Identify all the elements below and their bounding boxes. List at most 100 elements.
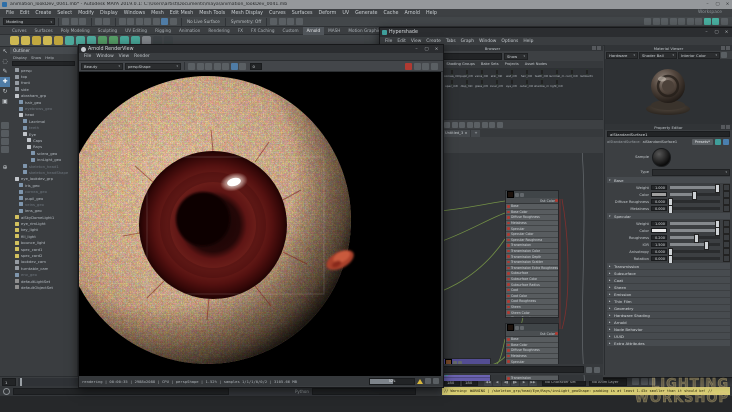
- frame-selection-icon[interactable]: [444, 121, 450, 128]
- cornea_mtl[interactable]: cornea_mtl: [444, 69, 460, 78]
- undo-icon[interactable]: [94, 18, 102, 25]
- attribute-value-field[interactable]: [651, 192, 667, 197]
- camera-dropdown[interactable]: perspShape: [125, 62, 181, 70]
- float-panel-icon[interactable]: [726, 46, 730, 50]
- photometric-light-icon[interactable]: [43, 36, 52, 45]
- shelf-tab[interactable]: MASH: [324, 27, 344, 35]
- texture-map-button[interactable]: [723, 234, 730, 241]
- teeth_mtl[interactable]: teeth_mtl: [534, 69, 549, 78]
- collapsed-section-header[interactable]: Hardware Shading: [607, 312, 730, 318]
- shelf-tab[interactable]: Rendering: [204, 27, 233, 35]
- outer_mtl[interactable]: outer_mtl: [519, 79, 534, 88]
- attribute-slider[interactable]: [667, 248, 720, 256]
- minimize-icon[interactable]: –: [703, 1, 712, 8]
- menu-item[interactable]: Help: [523, 39, 533, 44]
- command-result-field[interactable]: [311, 387, 416, 395]
- browser-tab[interactable]: Asset Nodes: [522, 61, 550, 68]
- physical-sky-icon[interactable]: [65, 36, 74, 45]
- menu-item[interactable]: Cache: [384, 11, 399, 16]
- pupil_mtl[interactable]: pupil_mtl: [459, 69, 474, 78]
- browser-tab[interactable]: Shading Groups: [443, 61, 478, 68]
- browser-tab[interactable]: Bake Sets: [478, 61, 502, 68]
- shelf-tab[interactable]: Surfaces: [31, 27, 57, 35]
- menu-item[interactable]: Generate: [355, 11, 377, 16]
- viewer-geometry-dropdown[interactable]: Shader Ball: [639, 51, 677, 59]
- menu-item[interactable]: View: [119, 54, 129, 59]
- layout-persp-graph[interactable]: [1, 146, 9, 153]
- attribute-value-field[interactable]: 0.000: [651, 256, 667, 261]
- open-editor-icon[interactable]: [287, 18, 295, 25]
- lacrimal_m[interactable]: lacrimal_m: [549, 69, 564, 78]
- menu-item[interactable]: Window: [479, 39, 496, 44]
- collapsed-section-header[interactable]: Node Behavior: [607, 326, 730, 332]
- snap-point-icon[interactable]: [161, 18, 168, 25]
- menu-item[interactable]: Create: [35, 11, 51, 16]
- menu-item[interactable]: Mesh: [151, 11, 164, 16]
- menu-item[interactable]: Deform: [318, 11, 336, 16]
- connected-mode-icon[interactable]: [459, 121, 465, 128]
- menu-item[interactable]: File: [84, 54, 91, 59]
- light-icon[interactable]: [703, 18, 711, 25]
- attribute-slider[interactable]: [667, 198, 720, 206]
- node-output-row[interactable]: Out Color: [506, 331, 558, 337]
- isolate-selected-icon[interactable]: [230, 62, 238, 70]
- current-frame-field[interactable]: 1: [2, 378, 16, 386]
- snap-curve-icon[interactable]: [152, 18, 160, 25]
- script-editor-icon[interactable]: [3, 387, 10, 395]
- texture-map-button[interactable]: [723, 198, 730, 205]
- presets-button[interactable]: Presets*: [691, 139, 713, 145]
- shelf-tab[interactable]: Sculpting: [94, 27, 122, 35]
- close-icon[interactable]: ×: [722, 29, 731, 36]
- render-settings-icon[interactable]: [661, 18, 668, 25]
- menu-item[interactable]: Modify: [78, 11, 94, 16]
- node-output-row[interactable]: Out Color: [506, 198, 558, 204]
- shelf-tab[interactable]: Animation: [175, 27, 204, 35]
- maximize-icon[interactable]: ▢: [713, 1, 722, 8]
- inner_mtl[interactable]: inner_mtl: [489, 79, 504, 88]
- outliner-menu-item[interactable]: Display: [13, 55, 27, 60]
- shelf-tab[interactable]: Curves: [8, 27, 31, 35]
- menu-item[interactable]: File: [385, 39, 392, 44]
- expand-icon[interactable]: [432, 378, 439, 384]
- camera-icon[interactable]: [695, 18, 702, 25]
- viewer-renderer-dropdown[interactable]: Hardware: [606, 51, 638, 59]
- attribute-value-field[interactable]: 1.000: [651, 185, 667, 190]
- shelf-tab[interactable]: UV Editing: [121, 27, 151, 35]
- redo-icon[interactable]: [103, 18, 110, 25]
- shading-icon[interactable]: [712, 18, 719, 25]
- skin_mtl[interactable]: skin_mtl: [489, 69, 504, 78]
- render-image-viewport[interactable]: [79, 72, 441, 376]
- mesh-light-icon[interactable]: [32, 36, 41, 45]
- attribute-value-field[interactable]: 0.000: [651, 249, 667, 254]
- shelf-tab[interactable]: FX Caching: [247, 27, 279, 35]
- options-icon[interactable]: [430, 62, 438, 70]
- pin-icon[interactable]: [592, 46, 596, 50]
- expand-node-icon[interactable]: [520, 192, 524, 197]
- snapshot-icon[interactable]: [222, 62, 229, 70]
- menu-item[interactable]: Create: [426, 39, 441, 44]
- menu-item[interactable]: UV: [342, 11, 349, 16]
- material-name-field[interactable]: aiStandardSurface1: [607, 131, 730, 137]
- attribute-value-field[interactable]: 0.000: [651, 206, 667, 211]
- area-light-icon[interactable]: [21, 36, 30, 45]
- attribute-value-field[interactable]: 1.500: [651, 242, 667, 247]
- prev-snapshot-icon[interactable]: [413, 62, 421, 70]
- grease-pencil-icon[interactable]: [686, 18, 694, 25]
- menu-item[interactable]: Edit: [397, 39, 406, 44]
- shelf-tab[interactable]: Poly Modeling: [57, 27, 94, 35]
- display-layer-icon[interactable]: [669, 18, 677, 25]
- spec_mtl[interactable]: spec_mtl: [444, 79, 459, 88]
- close-icon[interactable]: ×: [432, 46, 441, 53]
- symmetry-label[interactable]: Symmetry: Off: [231, 19, 261, 24]
- card_mtl[interactable]: card_mtl: [564, 69, 579, 78]
- attribute-slider[interactable]: [667, 255, 720, 263]
- viewer-options-icon[interactable]: [721, 52, 727, 58]
- snap-grid-icon[interactable]: [144, 18, 151, 25]
- maximize-icon[interactable]: ▢: [712, 29, 721, 36]
- texture-map-button[interactable]: [723, 255, 730, 262]
- collapsed-section-header[interactable]: Geometry: [607, 305, 730, 311]
- skydome-light-icon[interactable]: [10, 36, 19, 45]
- shelf-tab[interactable]: FX: [234, 27, 247, 35]
- crosshair-icon[interactable]: [205, 62, 212, 70]
- node-input-row[interactable]: Sheen Roughness: [506, 315, 558, 317]
